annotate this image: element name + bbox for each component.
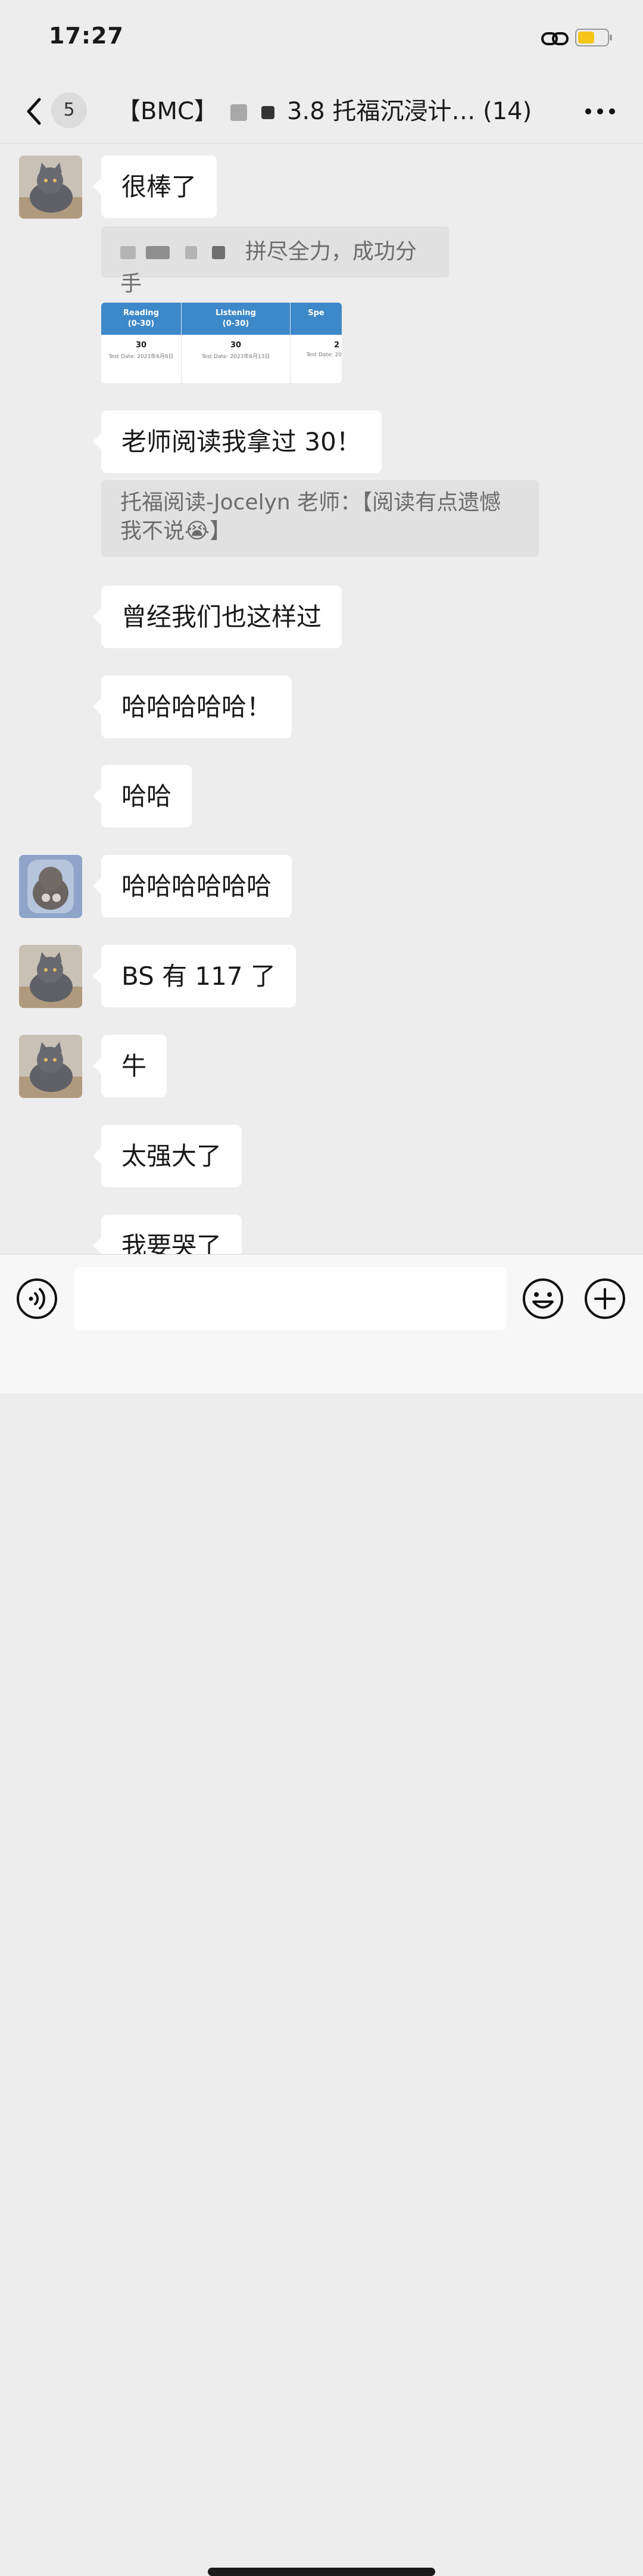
score-column: Reading (0-30) 30 Test Date: 2023年6月6日 [101,303,182,383]
message-bubble[interactable]: 曾经我们也这样过 [92,586,342,648]
redacted-name [230,104,247,121]
score-header: Listening (0-30) [182,303,290,335]
message-bubble[interactable]: 牛 [92,1035,167,1097]
redacted-name [185,246,197,259]
cat-avatar[interactable] [19,855,82,918]
score-report-image[interactable]: Reading (0-30) 30 Test Date: 2023年6月6日 L… [101,303,342,383]
score-date: Test Date: 2023年6月6日 [108,354,174,360]
back-chevron-icon[interactable] [21,92,48,130]
message-bubble[interactable]: 我要哭了 [92,1215,242,1254]
message-list[interactable]: 很棒了 拼尽全力，成功分手 Reading (0-30) 30 Test Dat… [0,144,643,1254]
score-header: Reading (0-30) [101,303,181,335]
cat-avatar[interactable] [19,945,82,1008]
message-bubble[interactable]: 很棒了 [92,155,217,218]
message-bubble[interactable]: 哈哈 [92,765,192,827]
more-icon[interactable] [583,107,617,116]
score-value: 2 [333,341,339,350]
score-date: Test Date: 20 [306,352,342,358]
link-icon [541,32,569,45]
quoted-message[interactable]: 拼尽全力，成功分手 [101,226,449,296]
message-input[interactable] [74,1267,507,1330]
input-bar [0,1254,643,2576]
chat-title-prefix: 【BMC】 [117,98,218,125]
score-value: 30 [135,341,147,350]
score-date: Test Date: 2023年6月13日 [201,354,270,360]
redacted-name [261,106,275,119]
unread-count-badge[interactable]: 5 [51,92,87,128]
chat-header: 5 【BMC】 3.8 托福沉浸计… (14) [0,80,643,144]
cat-avatar[interactable] [19,155,82,219]
score-value: 30 [230,341,242,350]
message-bubble[interactable]: BS 有 117 了 [93,945,296,1007]
battery-icon [575,29,612,46]
redacted-name [120,246,136,259]
message-bubble[interactable]: 哈哈哈哈哈哈 [92,855,292,917]
message-bubble[interactable]: 太强大了 [92,1125,242,1187]
score-column: Spe 2 Test Date: 20 [291,303,342,383]
quoted-message[interactable]: 托福阅读-Jocelyn 老师：【阅读有点遗憾我不说😭】 [101,480,539,557]
redacted-name [212,246,226,259]
cat-avatar[interactable] [19,1035,82,1098]
status-bar: 17:27 [0,0,643,80]
status-time: 17:27 [49,23,124,49]
score-column: Listening (0-30) 30 Test Date: 2023年6月13… [182,303,291,383]
message-bubble[interactable]: 老师阅读我拿过 30！ [93,410,382,473]
voice-icon[interactable] [15,1277,58,1320]
quoted-text: 托福阅读-Jocelyn 老师：【阅读有点遗憾我不说😭】 [120,490,501,543]
home-indicator[interactable] [208,2568,435,2576]
emoji-icon[interactable] [522,1277,564,1320]
redacted-name [146,246,170,259]
message-bubble[interactable]: 哈哈哈哈哈！ [92,676,292,738]
chat-title[interactable]: 【BMC】 3.8 托福沉浸计… (14) [117,92,532,130]
chat-title-suffix: 3.8 托福沉浸计… (14) [287,98,532,125]
score-header: Spe [291,303,342,335]
plus-icon[interactable] [583,1277,626,1320]
